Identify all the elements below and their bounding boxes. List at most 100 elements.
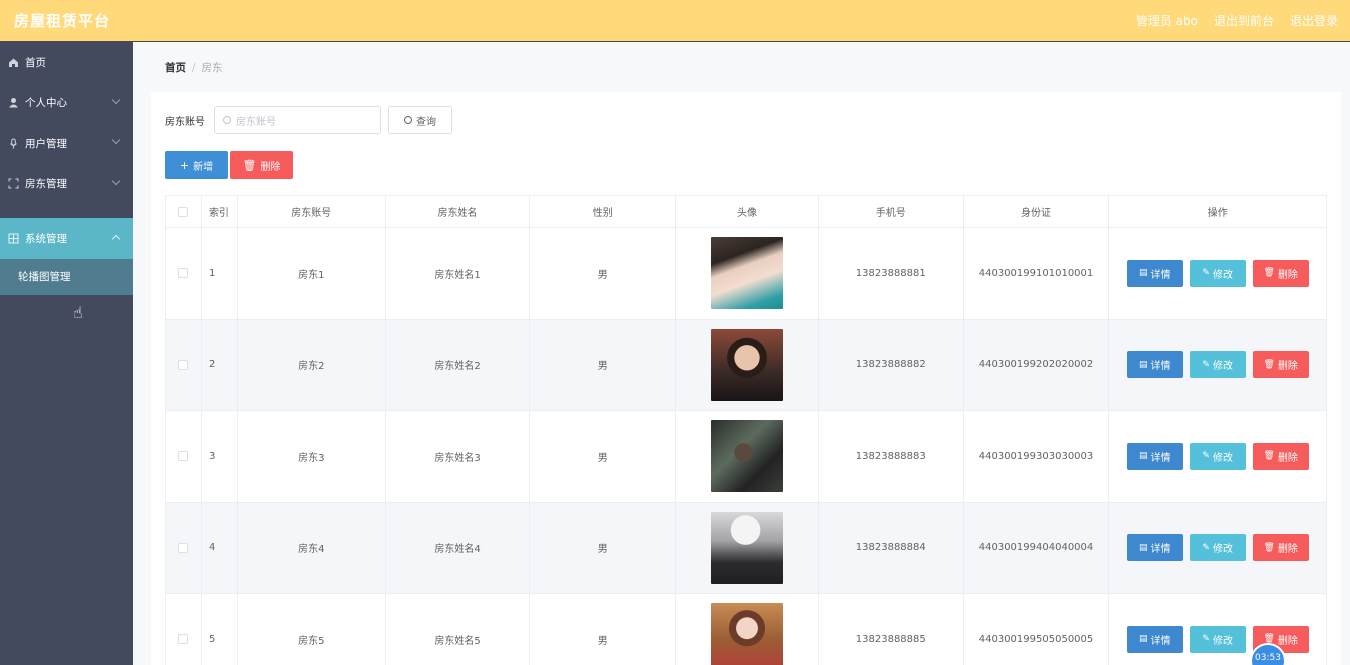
select-all-checkbox[interactable] <box>178 206 189 217</box>
chevron-down-icon <box>111 135 121 145</box>
detail-label: 详情 <box>1150 361 1171 373</box>
row-checkbox[interactable] <box>178 359 189 370</box>
row-phone: 13823888881 <box>819 228 964 319</box>
search-row: 房东账号 房东账号 查询 <box>165 106 452 134</box>
row-checkbox[interactable] <box>178 542 189 553</box>
search-input[interactable]: 房东账号 <box>214 106 381 134</box>
detail-label: 详情 <box>1150 269 1171 281</box>
table-row: 3 房东3 房东姓名3 男 13823888883 44030019930303… <box>166 411 1326 503</box>
header-ops: 操作 <box>1207 208 1228 219</box>
edit-label: 修改 <box>1212 361 1233 373</box>
edit-button[interactable]: ✎ 修改 <box>1189 259 1246 287</box>
edit-label: 修改 <box>1212 544 1233 556</box>
row-phone: 13823888885 <box>819 594 964 665</box>
sidebar-item-personal-center[interactable]: 个人中心 <box>0 83 133 124</box>
row-name: 房东姓名4 <box>386 502 531 593</box>
sidebar-item-home[interactable]: 首页 <box>0 42 133 83</box>
detail-button[interactable]: ▤ 详情 <box>1126 442 1183 470</box>
edit-button[interactable]: ✎ 修改 <box>1189 351 1246 379</box>
landlord-table: 索引 房东账号 房东姓名 性别 头像 手机号 身份证 操作 1 房东1 房东姓名… <box>165 195 1327 665</box>
trash-icon: 🗑 <box>1263 542 1275 553</box>
document-icon: ▤ <box>1138 268 1148 279</box>
table-row: 5 房东5 房东姓名5 男 13823888885 44030019950505… <box>166 594 1326 665</box>
delete-button[interactable]: 🗑 删除 <box>1252 534 1309 562</box>
content-card: 房东账号 房东账号 查询 + 新增 🗑 删除 索引 房东账号 房东姓名 性别 头… <box>151 92 1341 665</box>
sidebar-item-user-management[interactable]: 用户管理 <box>0 123 133 164</box>
detail-button[interactable]: ▤ 详情 <box>1126 534 1183 562</box>
table-row: 1 房东1 房东姓名1 男 13823888881 44030019910101… <box>166 228 1326 320</box>
detail-button[interactable]: ▤ 详情 <box>1126 351 1183 379</box>
delete-label: 删除 <box>1277 269 1298 281</box>
row-index: 4 <box>202 502 238 593</box>
row-avatar-cell <box>676 411 819 502</box>
row-checkbox[interactable] <box>178 451 189 462</box>
grid-icon <box>8 233 19 244</box>
row-phone: 13823888884 <box>819 502 964 593</box>
action-row: + 新增 🗑 删除 <box>165 151 293 179</box>
row-ops: ▤ 详情 ✎ 修改 🗑 删除 <box>1109 228 1326 319</box>
delete-label: 删除 <box>1277 361 1298 373</box>
bulk-delete-label: 删除 <box>260 161 281 173</box>
top-bar: 房屋租赁平台 管理员 abo 退出到前台 退出登录 <box>0 0 1350 42</box>
table-row: 4 房东4 房东姓名4 男 13823888884 44030019940404… <box>166 502 1326 594</box>
detail-button[interactable]: ▤ 详情 <box>1126 259 1183 287</box>
delete-button[interactable]: 🗑 删除 <box>1252 442 1309 470</box>
sidebar: 首页 个人中心 用户管理 房东管理 系统管理 轮播图管理 <box>0 42 133 665</box>
row-account: 房东4 <box>238 502 386 593</box>
row-checkbox-cell <box>166 319 202 410</box>
edit-label: 修改 <box>1212 635 1233 647</box>
sidebar-item-system-management[interactable]: 系统管理 <box>0 218 133 259</box>
header-checkbox-cell <box>166 196 202 227</box>
row-avatar-cell <box>676 228 819 319</box>
query-button[interactable]: 查询 <box>388 106 452 134</box>
row-index: 5 <box>202 594 238 665</box>
edit-button[interactable]: ✎ 修改 <box>1189 442 1246 470</box>
plus-icon: + <box>179 158 190 172</box>
sidebar-subitem-carousel[interactable]: 轮播图管理 <box>0 258 133 295</box>
row-avatar-cell <box>676 594 819 665</box>
delete-label: 删除 <box>1277 544 1298 556</box>
detail-button[interactable]: ▤ 详情 <box>1126 625 1183 653</box>
row-ops: ▤ 详情 ✎ 修改 🗑 删除 <box>1109 411 1326 502</box>
breadcrumb-separator: / <box>192 62 196 74</box>
row-idcard: 440300199202020002 <box>964 319 1110 410</box>
row-checkbox[interactable] <box>178 268 189 279</box>
sidebar-item-label: 用户管理 <box>25 137 67 150</box>
detail-label: 详情 <box>1150 452 1171 464</box>
avatar <box>711 328 784 401</box>
table-header: 索引 房东账号 房东姓名 性别 头像 手机号 身份证 操作 <box>166 196 1326 228</box>
table-row: 2 房东2 房东姓名2 男 13823888882 44030019920202… <box>166 319 1326 411</box>
chevron-down-icon <box>111 95 121 104</box>
row-idcard: 440300199505050005 <box>964 594 1110 665</box>
row-account: 房东3 <box>238 411 386 502</box>
sidebar-item-landlord-management[interactable]: 房东管理 <box>0 164 133 205</box>
back-to-front-link[interactable]: 退出到前台 <box>1214 12 1274 29</box>
header-idcard: 身份证 <box>964 196 1110 227</box>
current-user: 管理员 abo <box>1135 14 1198 28</box>
breadcrumb-home[interactable]: 首页 <box>165 62 186 74</box>
row-gender: 男 <box>530 411 677 502</box>
trash-icon: 🗑 <box>242 158 257 172</box>
sidebar-item-label: 首页 <box>25 56 46 69</box>
add-button-label: 新增 <box>193 161 214 173</box>
row-name: 房东姓名2 <box>386 319 531 410</box>
chevron-up-icon <box>111 234 121 244</box>
header-name: 房东姓名 <box>386 196 531 227</box>
add-button[interactable]: + 新增 <box>165 151 228 179</box>
delete-button[interactable]: 🗑 删除 <box>1252 351 1309 379</box>
edit-button[interactable]: ✎ 修改 <box>1189 534 1246 562</box>
row-gender: 男 <box>530 594 677 665</box>
row-checkbox[interactable] <box>178 634 189 645</box>
edit-button[interactable]: ✎ 修改 <box>1189 625 1246 653</box>
edit-label: 修改 <box>1212 269 1233 281</box>
document-icon: ▤ <box>1138 634 1148 645</box>
breadcrumb-current: 房东 <box>201 62 223 74</box>
bulk-delete-button[interactable]: 🗑 删除 <box>230 151 293 179</box>
delete-button[interactable]: 🗑 删除 <box>1252 259 1309 287</box>
row-account: 房东2 <box>238 319 386 410</box>
app-title: 房屋租赁平台 <box>14 12 111 30</box>
row-idcard: 440300199303030003 <box>964 411 1110 502</box>
sidebar-item-label: 个人中心 <box>25 97 67 110</box>
search-label: 房东账号 <box>165 116 205 128</box>
logout-link[interactable]: 退出登录 <box>1290 12 1338 29</box>
